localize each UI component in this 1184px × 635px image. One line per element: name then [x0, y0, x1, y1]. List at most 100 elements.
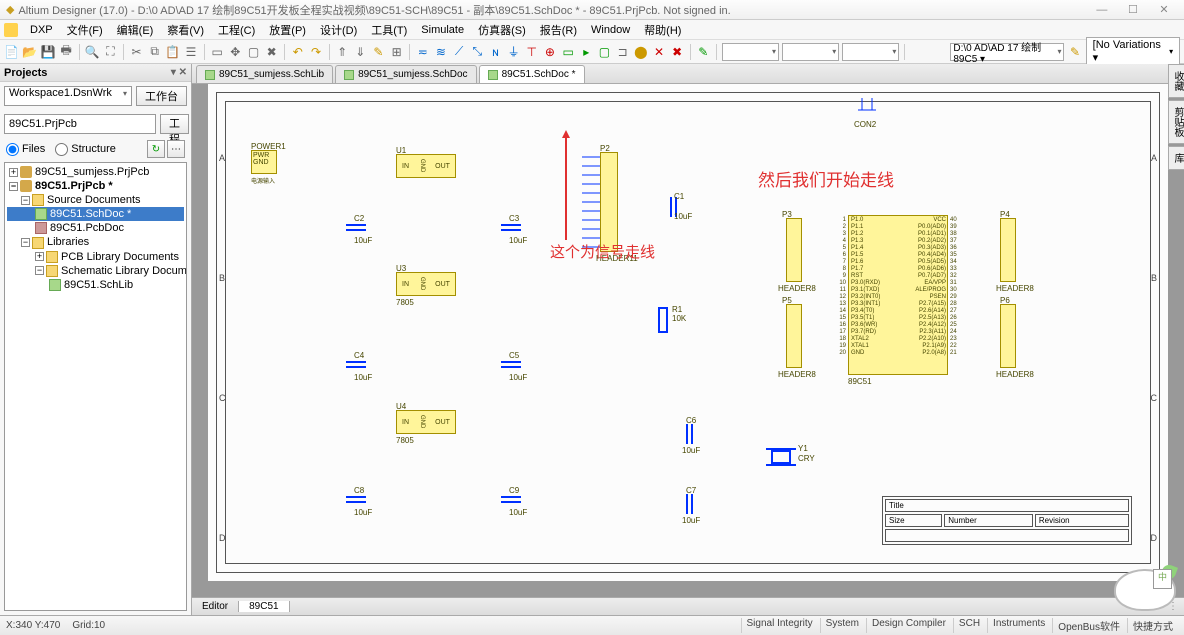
- part-icon[interactable]: ⊕: [542, 44, 557, 60]
- net-label-icon[interactable]: ɴ: [488, 44, 503, 60]
- menu-dxp[interactable]: DXP: [24, 22, 59, 38]
- comp-p4[interactable]: [1000, 218, 1016, 282]
- menu-place[interactable]: 放置(P): [263, 20, 312, 40]
- rubber-stamp-icon[interactable]: ☰: [183, 44, 198, 60]
- annotation-icon[interactable]: ✖: [670, 44, 685, 60]
- menu-tools[interactable]: 工具(T): [365, 20, 413, 40]
- paste-icon[interactable]: 📋: [165, 44, 180, 60]
- tree-project-0[interactable]: 89C51_sumjess.PrjPcb: [35, 166, 149, 178]
- comp-c6[interactable]: [682, 424, 698, 444]
- menu-design[interactable]: 设计(D): [314, 20, 363, 40]
- clear-icon[interactable]: ✖: [264, 44, 279, 60]
- panel-dropdown-icon[interactable]: ▾ ✕: [171, 67, 187, 78]
- menu-report[interactable]: 报告(R): [534, 20, 583, 40]
- workspace-combo[interactable]: Workspace1.DsnWrk: [4, 86, 132, 106]
- highlight-pen-icon[interactable]: ✎: [1067, 44, 1082, 60]
- side-tab-fav[interactable]: 收藏: [1168, 64, 1184, 98]
- toolbar-combo-2[interactable]: [782, 43, 839, 61]
- radio-structure[interactable]: Structure: [55, 143, 116, 156]
- hierarchy-down-icon[interactable]: ⇓: [353, 44, 368, 60]
- minimize-button[interactable]: —: [1088, 4, 1116, 16]
- menu-simulate[interactable]: Simulate: [415, 22, 470, 38]
- comp-con2[interactable]: [858, 98, 878, 121]
- port-icon[interactable]: ⬤: [633, 44, 648, 60]
- variations-combo[interactable]: [No Variations ▾: [1086, 37, 1180, 66]
- bus-icon[interactable]: ≋: [433, 44, 448, 60]
- toolbar-combo-1[interactable]: [722, 43, 779, 61]
- tree-sch-lib-docs[interactable]: Schematic Library Docum: [61, 265, 187, 277]
- comp-p2[interactable]: [600, 152, 618, 252]
- menu-file[interactable]: 文件(F): [61, 20, 109, 40]
- side-tab-clipboard[interactable]: 剪贴板: [1168, 100, 1184, 144]
- vcc-icon[interactable]: ⊤: [524, 44, 539, 60]
- comp-power1[interactable]: PWRGND: [251, 150, 277, 174]
- signal-harness-icon[interactable]: ⟋: [452, 44, 467, 60]
- line-icon[interactable]: ✎: [696, 44, 711, 60]
- gnd-icon[interactable]: ⏚: [506, 44, 521, 60]
- project-field[interactable]: [4, 114, 156, 134]
- path-combo[interactable]: D:\0 AD\AD 17 绘制89C5 ▾: [950, 43, 1064, 61]
- zoom-area-icon[interactable]: 🔍: [85, 44, 100, 60]
- print-icon[interactable]: 🖶: [59, 44, 74, 60]
- tree-pcb-lib[interactable]: PCB Library Documents: [61, 251, 179, 263]
- menu-project[interactable]: 工程(C): [212, 20, 261, 40]
- harness-conn-icon[interactable]: ⊐: [615, 44, 630, 60]
- tab-schdoc[interactable]: 89C51.SchDoc *: [479, 65, 585, 83]
- comp-p3[interactable]: [786, 218, 802, 282]
- project-button[interactable]: 工程: [160, 114, 189, 134]
- save-icon[interactable]: 💾: [40, 44, 55, 60]
- sheet-entry-icon[interactable]: ▸: [579, 44, 594, 60]
- comp-u4[interactable]: INGNDOUT: [396, 410, 456, 434]
- cut-icon[interactable]: ✂: [129, 44, 144, 60]
- editor-tab-name[interactable]: 89C51: [239, 601, 289, 612]
- tree-schlib[interactable]: 89C51.SchLib: [64, 279, 133, 291]
- side-tab-lib[interactable]: 库: [1168, 146, 1184, 170]
- wire-icon[interactable]: ≂: [415, 44, 430, 60]
- comp-u3[interactable]: INGNDOUT: [396, 272, 456, 296]
- bus-entry-icon[interactable]: ⤡: [470, 44, 485, 60]
- menu-help[interactable]: 帮助(H): [638, 20, 687, 40]
- hierarchy-up-icon[interactable]: ⇑: [335, 44, 350, 60]
- zoom-fit-icon[interactable]: ⛶: [103, 44, 118, 60]
- settings-icon[interactable]: ⋯: [167, 140, 185, 158]
- tree-source-docs[interactable]: Source Documents: [47, 194, 141, 206]
- tree-project-1[interactable]: 89C51.PrjPcb *: [35, 180, 113, 192]
- open-icon[interactable]: 📂: [22, 44, 37, 60]
- select-icon[interactable]: ▭: [210, 44, 225, 60]
- menu-simulator[interactable]: 仿真器(S): [472, 20, 532, 40]
- tab-sumjess-schdoc[interactable]: 89C51_sumjess.SchDoc: [335, 65, 477, 83]
- comp-u1[interactable]: INGNDOUT: [396, 154, 456, 178]
- toolbar-combo-3[interactable]: [842, 43, 899, 61]
- close-button[interactable]: ✕: [1150, 3, 1178, 16]
- schematic-canvas[interactable]: A B C D A B C D PWRGND POWER1 电源输入: [192, 84, 1184, 597]
- sheet-symbol-icon[interactable]: ▭: [561, 44, 576, 60]
- tree-pcbdoc[interactable]: 89C51.PcbDoc: [50, 222, 124, 234]
- menu-view[interactable]: 察看(V): [161, 20, 210, 40]
- menu-edit[interactable]: 编辑(E): [111, 20, 160, 40]
- deselect-icon[interactable]: ▢: [246, 44, 261, 60]
- workspace-button[interactable]: 工作台: [136, 86, 187, 106]
- tree-libraries[interactable]: Libraries: [47, 236, 89, 248]
- browse-icon[interactable]: ⊞: [389, 44, 404, 60]
- tab-schlib[interactable]: 89C51_sumjess.SchLib: [196, 65, 333, 83]
- radio-files[interactable]: Files: [6, 143, 45, 156]
- menu-window[interactable]: Window: [585, 22, 636, 38]
- move-icon[interactable]: ✥: [228, 44, 243, 60]
- comp-p5[interactable]: [786, 304, 802, 368]
- comp-y1[interactable]: [766, 447, 796, 470]
- tree-schdoc[interactable]: 89C51.SchDoc *: [50, 208, 131, 220]
- copy-icon[interactable]: ⧉: [147, 44, 162, 60]
- redo-icon[interactable]: ↷: [308, 44, 323, 60]
- no-erc-icon[interactable]: ✕: [651, 44, 666, 60]
- editor-tab[interactable]: Editor: [192, 601, 239, 612]
- undo-icon[interactable]: ↶: [290, 44, 305, 60]
- comp-p6[interactable]: [1000, 304, 1016, 368]
- project-tree[interactable]: +89C51_sumjess.PrjPcb −89C51.PrjPcb * −S…: [4, 162, 187, 611]
- comp-c7[interactable]: [682, 494, 698, 514]
- comp-r1[interactable]: [658, 307, 668, 333]
- refresh-icon[interactable]: ↻: [147, 140, 165, 158]
- cross-probe-icon[interactable]: ✎: [371, 44, 386, 60]
- maximize-button[interactable]: ☐: [1119, 3, 1147, 16]
- device-sheet-icon[interactable]: ▢: [597, 44, 612, 60]
- new-icon[interactable]: 📄: [4, 44, 19, 60]
